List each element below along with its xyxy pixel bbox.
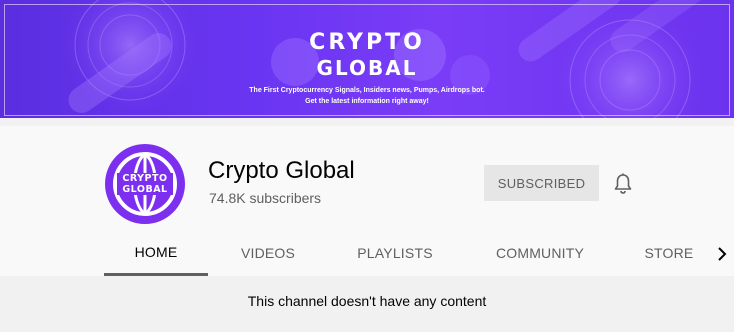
- bell-icon[interactable]: [611, 172, 635, 196]
- avatar-label-line1: CRYPTO: [122, 173, 168, 184]
- tab-home[interactable]: HOME: [104, 230, 208, 276]
- channel-header: CRYPTO GLOBAL Crypto Global 74.8K subscr…: [0, 126, 734, 276]
- tab-playlists[interactable]: PLAYLISTS: [350, 230, 440, 276]
- channel-avatar[interactable]: CRYPTO GLOBAL: [105, 144, 185, 224]
- banner-bottom-strip: [0, 118, 734, 126]
- subscriber-count: 74.8K subscribers: [209, 190, 322, 206]
- channel-name: Crypto Global: [208, 157, 355, 184]
- banner-title-line1: CRYPTO: [309, 30, 425, 55]
- avatar-label-line2: GLOBAL: [122, 184, 168, 195]
- chevron-right-icon[interactable]: [712, 244, 732, 264]
- banner-subline: Get the latest information right away!: [305, 98, 429, 105]
- empty-content-message: This channel doesn't have any content: [247, 293, 487, 309]
- banner-tagline: The First Cryptocurrency Signals, Inside…: [249, 87, 485, 94]
- channel-banner: CRYPTO GLOBAL The First Cryptocurrency S…: [0, 0, 734, 126]
- tab-community[interactable]: COMMUNITY: [484, 230, 596, 276]
- banner-title-line2: GLOBAL: [316, 56, 418, 80]
- channel-content: This channel doesn't have any content: [0, 276, 734, 332]
- channel-tabs: HOME VIDEOS PLAYLISTS COMMUNITY STORE: [0, 230, 734, 276]
- tab-store[interactable]: STORE: [636, 230, 702, 276]
- tab-videos[interactable]: VIDEOS: [230, 230, 306, 276]
- subscribed-button[interactable]: SUBSCRIBED: [484, 165, 599, 201]
